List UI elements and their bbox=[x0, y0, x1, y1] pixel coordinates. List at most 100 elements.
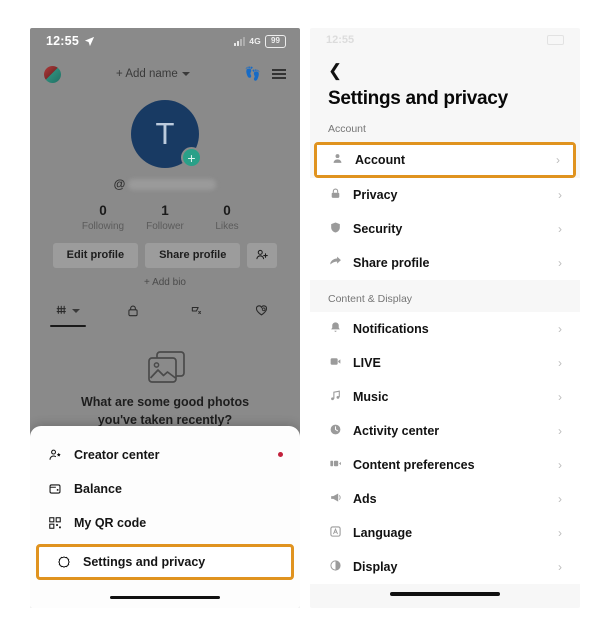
home-indicator bbox=[390, 592, 500, 596]
network-label: 4G bbox=[249, 36, 261, 46]
sheet-item-label: My QR code bbox=[74, 515, 147, 530]
stat-value: 0 bbox=[223, 203, 231, 218]
settings-row-notifications[interactable]: Notifications › bbox=[310, 312, 580, 346]
edit-profile-button[interactable]: Edit profile bbox=[52, 242, 139, 268]
sheet-item-settings-and-privacy[interactable]: Settings and privacy bbox=[39, 547, 291, 577]
settings-row-share-profile[interactable]: Share profile › bbox=[310, 246, 580, 280]
clock-glyph bbox=[330, 424, 341, 435]
stat-label: Likes bbox=[215, 220, 239, 232]
settings-and-privacy-screen: 12:55 ❮ Settings and privacy Account Acc… bbox=[310, 28, 580, 608]
chevron-right-icon: › bbox=[558, 526, 562, 540]
stat-label: Following bbox=[81, 220, 125, 232]
settings-row-content-preferences[interactable]: Content preferences › bbox=[310, 448, 580, 482]
language-icon bbox=[328, 525, 343, 541]
language-glyph bbox=[330, 526, 341, 537]
shield-glyph bbox=[331, 222, 340, 233]
chevron-right-icon: › bbox=[558, 492, 562, 506]
settings-row-label: Privacy bbox=[353, 188, 398, 202]
wallet-glyph bbox=[49, 483, 60, 494]
share-arrow-glyph bbox=[330, 256, 341, 265]
wallet-balance-icon bbox=[46, 482, 63, 496]
settings-row-label: Language bbox=[353, 526, 413, 540]
settings-row-display[interactable]: Display › bbox=[310, 550, 580, 584]
tab-reposts[interactable] bbox=[165, 302, 230, 327]
status-bar-left: 12:55 4G 99 bbox=[30, 28, 300, 54]
status-bar-left-group: 12:55 bbox=[46, 34, 95, 48]
plus-badge-icon[interactable]: + bbox=[181, 147, 202, 168]
video-preferences-icon bbox=[328, 457, 343, 473]
video-prefs-glyph bbox=[330, 460, 341, 467]
location-arrow-icon bbox=[84, 36, 95, 46]
add-bio-button[interactable]: + Add bio bbox=[30, 277, 300, 288]
tab-underline-inactive bbox=[179, 325, 215, 327]
repost-glyph bbox=[192, 306, 202, 314]
tab-liked[interactable] bbox=[230, 302, 295, 327]
settings-row-music[interactable]: Music › bbox=[310, 380, 580, 414]
shield-icon bbox=[328, 221, 343, 237]
settings-row-security[interactable]: Security › bbox=[310, 212, 580, 246]
chevron-right-icon: › bbox=[558, 458, 562, 472]
battery-level: 99 bbox=[265, 34, 286, 48]
handle-at-symbol: @ bbox=[113, 177, 126, 191]
megaphone-glyph bbox=[331, 493, 341, 502]
chevron-right-icon: › bbox=[558, 188, 562, 202]
settings-row-label: Music bbox=[353, 390, 389, 404]
settings-row-ads[interactable]: Ads › bbox=[310, 482, 580, 516]
footprints-icon[interactable]: 👣 bbox=[245, 66, 261, 82]
stat-following[interactable]: 0 Following bbox=[72, 203, 134, 232]
back-chevron-icon[interactable]: ❮ bbox=[310, 52, 580, 79]
music-note-icon bbox=[328, 389, 343, 405]
battery-icon bbox=[547, 35, 564, 45]
settings-row-privacy[interactable]: Privacy › bbox=[310, 178, 580, 212]
chevron-right-icon: › bbox=[558, 256, 562, 270]
hamburger-menu-icon[interactable] bbox=[272, 69, 286, 79]
settings-row-language[interactable]: Language › bbox=[310, 516, 580, 550]
profile-top-bar: + Add name 👣 bbox=[30, 58, 300, 90]
profile-tab-row bbox=[30, 302, 300, 327]
lock-icon bbox=[328, 187, 343, 203]
qr-glyph bbox=[48, 516, 61, 529]
stat-value: 1 bbox=[161, 203, 169, 218]
gear-glyph bbox=[57, 555, 70, 568]
status-time: 12:55 bbox=[46, 34, 79, 48]
contrast-glyph bbox=[330, 560, 341, 571]
photo-stack-icon bbox=[145, 349, 185, 383]
stat-value: 0 bbox=[99, 203, 107, 218]
heart-glyph bbox=[256, 305, 268, 316]
share-profile-button[interactable]: Share profile bbox=[145, 242, 241, 268]
empty-message-line1: What are some good photos bbox=[80, 394, 250, 409]
settings-row-account[interactable]: Account › bbox=[317, 145, 573, 175]
stat-followers[interactable]: 1 Follower bbox=[134, 203, 196, 232]
sheet-item-balance[interactable]: Balance bbox=[30, 472, 300, 506]
sheet-item-my-qr-code[interactable]: My QR code bbox=[30, 506, 300, 540]
liked-heart-icon bbox=[254, 302, 269, 320]
mini-avatar-icon[interactable] bbox=[44, 65, 61, 83]
page-title: Settings and privacy bbox=[328, 88, 508, 109]
add-name-button[interactable]: + Add name bbox=[61, 68, 245, 80]
settings-row-label: LIVE bbox=[353, 356, 381, 370]
settings-row-label: Security bbox=[353, 222, 403, 236]
settings-row-live[interactable]: LIVE › bbox=[310, 346, 580, 380]
live-icon bbox=[328, 355, 343, 371]
chevron-right-icon: › bbox=[558, 560, 562, 574]
profile-top-icons: 👣 bbox=[245, 66, 286, 82]
creator-glyph bbox=[49, 449, 61, 460]
repost-icon bbox=[190, 302, 204, 320]
stat-likes[interactable]: 0 Likes bbox=[196, 203, 258, 232]
clock-icon bbox=[328, 423, 343, 439]
settings-row-label: Account bbox=[355, 153, 405, 167]
settings-row-activity-center[interactable]: Activity center › bbox=[310, 414, 580, 448]
chevron-down-icon bbox=[72, 308, 81, 313]
tab-posts[interactable] bbox=[36, 302, 101, 327]
add-person-icon[interactable] bbox=[247, 242, 278, 268]
settings-row-label: Ads bbox=[353, 492, 377, 506]
chevron-right-icon: › bbox=[558, 222, 562, 236]
tab-private[interactable] bbox=[101, 302, 166, 327]
avatar[interactable]: T + bbox=[131, 100, 202, 168]
add-name-label: + Add name bbox=[116, 68, 178, 80]
section-header-account: Account bbox=[328, 123, 366, 135]
status-bar-right: 12:55 bbox=[310, 28, 580, 52]
music-glyph bbox=[331, 390, 340, 401]
sheet-item-creator-center[interactable]: Creator center bbox=[30, 438, 300, 472]
signal-bars-icon bbox=[234, 36, 246, 46]
